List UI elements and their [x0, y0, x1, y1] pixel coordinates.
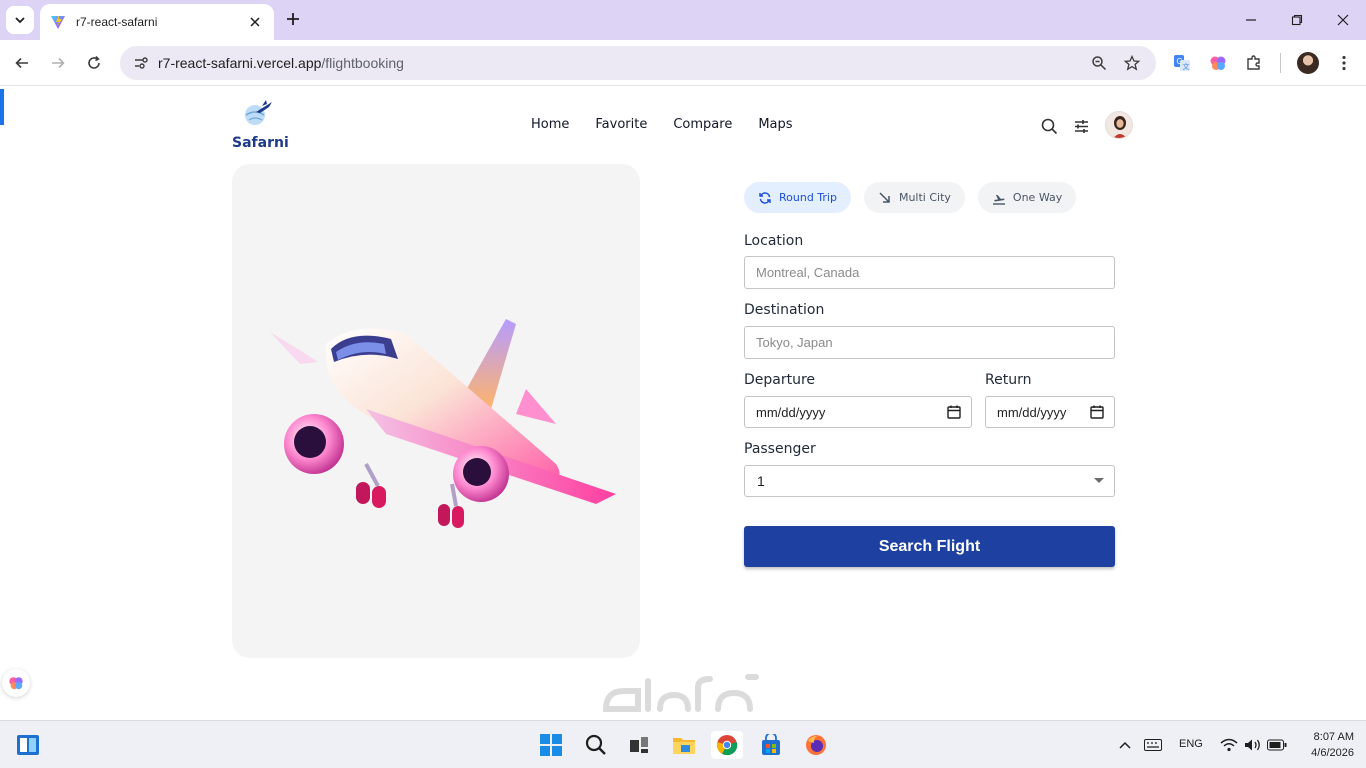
round-trip-icon	[758, 191, 772, 205]
windows-start-icon[interactable]	[537, 731, 565, 759]
minimize-icon[interactable]	[1237, 8, 1265, 32]
svg-text:文: 文	[1183, 62, 1190, 71]
brain-extension-icon[interactable]	[1206, 51, 1230, 75]
multi-city-icon	[878, 191, 892, 205]
system-clock[interactable]: 8:07 AM 4/6/2026	[1298, 729, 1354, 761]
vite-favicon-icon	[51, 15, 65, 29]
filter-sliders-icon[interactable]	[1070, 115, 1092, 137]
location-label: Location	[744, 233, 804, 249]
zoom-icon[interactable]	[1088, 52, 1110, 74]
logo-text: Safarni	[232, 135, 289, 151]
departure-date-input[interactable]: mm/dd/yyyy	[744, 396, 972, 428]
firefox-icon[interactable]	[802, 731, 830, 759]
calendar-icon[interactable]	[1090, 405, 1104, 419]
return-label: Return	[985, 372, 1032, 388]
passenger-label: Passenger	[744, 441, 816, 457]
bookmark-star-icon[interactable]	[1121, 52, 1143, 74]
site-logo[interactable]: Safarni	[232, 99, 302, 151]
location-input[interactable]	[744, 256, 1115, 289]
reload-icon[interactable]	[80, 49, 108, 77]
destination-label: Destination	[744, 302, 825, 318]
trip-tab-one-way[interactable]: One Way	[977, 182, 1077, 213]
trip-tab-label: Multi City	[898, 191, 951, 204]
passenger-select[interactable]: 1	[744, 465, 1115, 497]
browser-tab-active[interactable]: r7-react-safarni	[40, 4, 274, 40]
hero-image-card	[232, 164, 640, 658]
search-flight-button[interactable]: Search Flight	[744, 526, 1115, 567]
browser-tab-strip: r7-react-safarni	[0, 0, 1366, 40]
kebab-menu-icon[interactable]	[1332, 51, 1356, 75]
destination-input[interactable]	[744, 326, 1115, 359]
tab-title: r7-react-safarni	[76, 15, 158, 29]
chevron-down-icon	[15, 17, 25, 24]
nav-compare[interactable]: Compare	[673, 117, 732, 132]
scroll-accent	[0, 89, 4, 125]
one-way-icon	[992, 191, 1006, 205]
chrome-taskbar-icon[interactable]	[711, 731, 743, 759]
forward-arrow-icon[interactable]	[44, 49, 72, 77]
widgets-icon[interactable]	[14, 731, 42, 759]
volume-icon[interactable]	[1243, 735, 1263, 755]
main-navigation: Home Favorite Compare Maps	[531, 117, 793, 132]
clock-time: 8:07 AM	[1313, 731, 1354, 743]
globe-plane-logo-icon	[245, 100, 272, 125]
browser-toolbar: r7-react-safarni.vercel.app/flightbookin…	[0, 40, 1366, 86]
url-path: /flightbooking	[321, 55, 404, 71]
new-tab-plus-icon[interactable]	[282, 8, 304, 30]
nav-maps[interactable]: Maps	[758, 117, 792, 132]
back-arrow-icon[interactable]	[8, 49, 36, 77]
airplane-illustration	[270, 319, 616, 528]
page-viewport: Safarni Home Favorite Compare Maps Round…	[0, 87, 1366, 720]
site-settings-icon[interactable]	[130, 52, 152, 74]
passenger-value: 1	[757, 473, 765, 489]
trip-type-tabs: Round Trip Multi City One Way	[744, 182, 1077, 213]
keyboard-icon[interactable]	[1143, 735, 1163, 755]
wifi-icon[interactable]	[1219, 735, 1239, 755]
return-date-input[interactable]: mm/dd/yyyy	[985, 396, 1115, 428]
restore-icon[interactable]	[1283, 8, 1311, 32]
file-explorer-icon[interactable]	[670, 731, 698, 759]
user-photo-icon	[1113, 116, 1127, 138]
departure-date-value: mm/dd/yyyy	[756, 404, 826, 420]
calendar-icon[interactable]	[947, 405, 961, 419]
address-url: r7-react-safarni.vercel.app/flightbookin…	[158, 55, 404, 71]
nav-home[interactable]: Home	[531, 117, 569, 132]
brain-assistant-icon[interactable]	[2, 669, 30, 697]
tray-chevron-up-icon[interactable]	[1115, 735, 1135, 755]
avatar[interactable]	[1105, 111, 1133, 139]
return-date-value: mm/dd/yyyy	[997, 404, 1067, 420]
extensions-puzzle-icon[interactable]	[1242, 51, 1266, 75]
clock-date: 4/6/2026	[1311, 747, 1354, 759]
search-taskbar-icon[interactable]	[582, 731, 610, 759]
caret-down-icon	[1094, 478, 1104, 483]
url-host: r7-react-safarni.vercel.app	[158, 55, 322, 71]
trip-tab-multi-city[interactable]: Multi City	[863, 182, 965, 213]
os-taskbar: ENG 8:07 AM 4/6/2026	[0, 720, 1366, 768]
close-window-icon[interactable]	[1329, 8, 1357, 32]
microsoft-store-icon[interactable]	[757, 731, 785, 759]
search-icon[interactable]	[1038, 115, 1060, 137]
translate-extension-icon[interactable]: G文	[1170, 51, 1194, 75]
browser-profile-avatar[interactable]	[1297, 52, 1319, 74]
watermark-logo	[602, 674, 759, 712]
trip-tab-label: One Way	[1012, 191, 1063, 204]
task-view-icon[interactable]	[625, 731, 653, 759]
address-bar[interactable]: r7-react-safarni.vercel.app/flightbookin…	[120, 46, 1156, 80]
trip-tab-label: Round Trip	[779, 191, 837, 204]
language-indicator[interactable]: ENG	[1179, 738, 1203, 750]
tab-search-button[interactable]	[6, 6, 34, 34]
close-tab-icon[interactable]	[246, 13, 264, 31]
trip-tab-round-trip[interactable]: Round Trip	[744, 182, 851, 213]
departure-label: Departure	[744, 372, 816, 388]
toolbar-divider	[1280, 53, 1281, 73]
battery-icon[interactable]	[1267, 735, 1287, 755]
nav-favorite[interactable]: Favorite	[595, 117, 647, 132]
